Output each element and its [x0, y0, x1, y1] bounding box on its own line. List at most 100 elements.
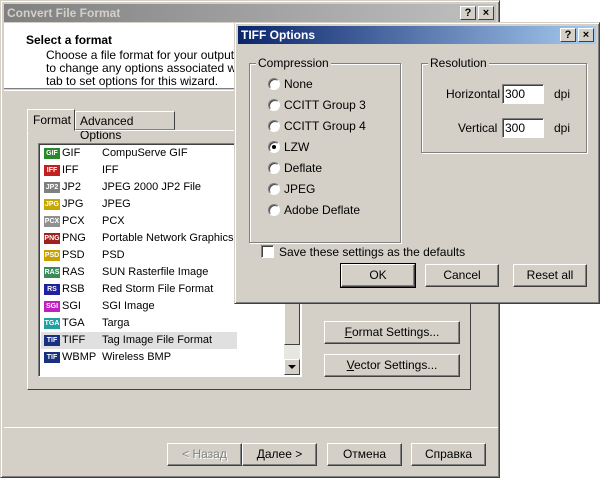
- compression-option-label: None: [284, 77, 313, 91]
- file-format-icon: RAS: [44, 267, 60, 278]
- tiff-title: TIFF Options: [241, 28, 315, 42]
- help-button[interactable]: Справка: [411, 443, 486, 466]
- tiff-help-icon[interactable]: ?: [560, 28, 576, 42]
- format-list-item[interactable]: IFF IFF IFF: [41, 162, 237, 179]
- format-extension: SGI: [62, 300, 81, 312]
- compression-option-label: CCITT Group 3: [284, 98, 366, 112]
- format-description: PSD: [102, 249, 125, 261]
- format-description: JPEG: [102, 198, 131, 210]
- format-description: PCX: [102, 215, 125, 227]
- format-extension: PSD: [62, 249, 85, 261]
- format-description: SUN Rasterfile Image: [102, 266, 209, 278]
- compression-radio[interactable]: [268, 78, 280, 90]
- compression-option-label: CCITT Group 4: [284, 119, 366, 133]
- format-extension: JPG: [62, 198, 84, 210]
- scroll-down-arrow-icon: [288, 365, 296, 369]
- format-list-item[interactable]: PNG PNG Portable Network Graphics: [41, 230, 237, 247]
- wizard-desc-line-1: Choose a file format for your output fil…: [46, 48, 253, 62]
- format-list-item[interactable]: RS RSB Red Storm File Format: [41, 281, 237, 298]
- horizontal-dpi-unit: dpi: [554, 87, 571, 101]
- format-extension: TIFF: [62, 334, 86, 346]
- reset-all-button[interactable]: Reset all: [513, 264, 587, 287]
- format-list-item[interactable]: PSD PSD PSD: [41, 247, 237, 264]
- file-format-icon: TIF: [44, 352, 60, 363]
- format-extension: PNG: [62, 232, 86, 244]
- file-format-icon: PCX: [44, 216, 60, 227]
- file-format-icon: PSD: [44, 250, 60, 261]
- wizard-desc-line-3: tab to set options for this wizard.: [46, 74, 219, 88]
- tab-format-label: Format: [33, 113, 72, 127]
- file-format-icon: PNG: [44, 233, 60, 244]
- format-extension: WBMP: [62, 351, 97, 363]
- compression-label: Compression: [256, 56, 331, 70]
- save-defaults-label: Save these settings as the defaults: [279, 245, 466, 259]
- tiff-close-icon[interactable]: ×: [578, 28, 594, 42]
- format-extension: RAS: [62, 266, 85, 278]
- scroll-down-button[interactable]: [284, 359, 300, 375]
- vector-settings-button[interactable]: Vector Settings...: [324, 354, 460, 377]
- wizard-heading: Select a format: [26, 33, 113, 47]
- file-format-icon: IFF: [44, 165, 60, 176]
- format-list-item[interactable]: JPG JPG JPEG: [41, 196, 237, 213]
- format-description: CompuServe GIF: [102, 147, 188, 159]
- resolution-group: Resolution Horizontal 300 dpi Vertical 3…: [421, 56, 587, 153]
- format-description: Targa: [102, 317, 130, 329]
- vertical-dpi-input[interactable]: 300: [502, 118, 544, 138]
- horizontal-label: Horizontal: [446, 87, 501, 101]
- help-icon[interactable]: ?: [460, 6, 476, 20]
- file-format-icon: JP2: [44, 182, 60, 193]
- format-list-item[interactable]: TIF TIFF Tag Image File Format: [41, 332, 237, 349]
- close-icon[interactable]: ×: [478, 6, 494, 20]
- format-list-item[interactable]: JP2 JP2 JPEG 2000 JP2 File: [41, 179, 237, 196]
- next-button[interactable]: Далее >: [242, 443, 317, 466]
- main-title-bar[interactable]: Convert File Format ? ×: [4, 4, 496, 22]
- format-list-item[interactable]: SGI SGI SGI Image: [41, 298, 237, 315]
- format-list-item[interactable]: RAS RAS SUN Rasterfile Image: [41, 264, 237, 281]
- compression-radio[interactable]: [268, 162, 280, 174]
- horizontal-dpi-input[interactable]: 300: [502, 84, 544, 104]
- tiff-cancel-button[interactable]: Cancel: [425, 264, 499, 287]
- format-extension: IFF: [62, 164, 79, 176]
- cancel-button[interactable]: Отмена: [327, 443, 402, 466]
- file-format-icon: TGA: [44, 318, 60, 329]
- compression-option-label: Deflate: [284, 161, 323, 175]
- format-extension: JP2: [62, 181, 81, 193]
- format-extension: GIF: [62, 147, 81, 159]
- format-extension: PCX: [62, 215, 85, 227]
- file-format-icon: TIF: [44, 335, 60, 346]
- back-button[interactable]: < Назад: [167, 443, 242, 466]
- format-description: SGI Image: [102, 300, 155, 312]
- format-settings-button[interactable]: Format Settings...: [324, 321, 460, 344]
- format-list-item[interactable]: GIF GIF CompuServe GIF: [41, 145, 237, 162]
- wizard-desc-line-2: to change any options associated with: [46, 61, 249, 75]
- format-list-item[interactable]: TGA TGA Targa: [41, 315, 237, 332]
- format-description: Portable Network Graphics: [102, 232, 234, 244]
- file-format-icon: RS: [44, 284, 60, 295]
- tiff-title-bar[interactable]: TIFF Options ? ×: [238, 26, 596, 44]
- format-description: Tag Image File Format: [102, 334, 213, 346]
- file-format-icon: GIF: [44, 148, 60, 159]
- main-title: Convert File Format: [7, 6, 121, 20]
- format-description: IFF: [102, 164, 119, 176]
- compression-radio[interactable]: [268, 183, 280, 195]
- file-format-icon: JPG: [44, 199, 60, 210]
- file-format-icon: SGI: [44, 301, 60, 312]
- compression-group: Compression None CCITT Group 3 CCITT Group…: [249, 56, 401, 243]
- tiff-options-dialog: TIFF Options ? × Compression None CCITT G…: [234, 22, 600, 304]
- vertical-label: Vertical: [458, 121, 498, 135]
- compression-radio[interactable]: [268, 99, 280, 111]
- compression-radio[interactable]: [268, 120, 280, 132]
- tab-format[interactable]: Format: [27, 109, 75, 131]
- footer-divider: [4, 427, 498, 428]
- format-list-item[interactable]: TIF WBMP Wireless BMP: [41, 349, 237, 366]
- resolution-label: Resolution: [428, 56, 489, 70]
- vertical-dpi-unit: dpi: [554, 121, 571, 135]
- format-list-item[interactable]: PCX PCX PCX: [41, 213, 237, 230]
- compression-radio[interactable]: [268, 141, 280, 153]
- compression-option-label: LZW: [284, 140, 310, 154]
- format-extension: TGA: [62, 317, 85, 329]
- save-defaults-checkbox[interactable]: [261, 245, 274, 258]
- compression-radio[interactable]: [268, 204, 280, 216]
- tab-advanced-options[interactable]: Advanced Options: [75, 111, 175, 142]
- ok-button[interactable]: OK: [340, 263, 416, 288]
